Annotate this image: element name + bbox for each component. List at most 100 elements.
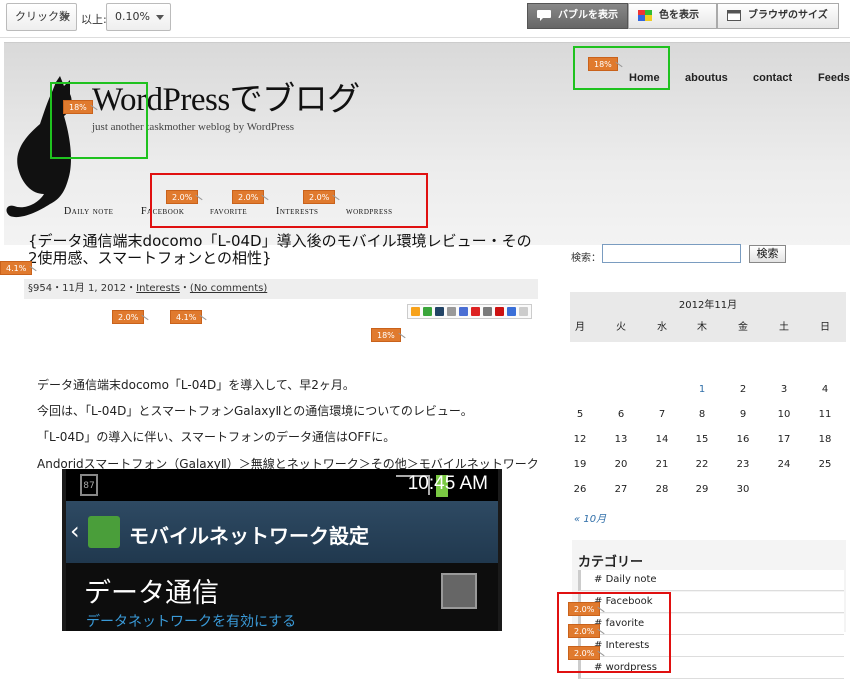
calendar-day: 6 xyxy=(617,409,625,420)
search-input[interactable] xyxy=(602,244,741,263)
calendar-day: 30 xyxy=(736,484,750,495)
post-meta-comments-link[interactable]: (No comments) xyxy=(190,283,267,294)
calendar-day: 8 xyxy=(698,409,706,420)
calendar-day: 2 xyxy=(739,384,747,395)
threshold-select-value: 0.10% xyxy=(115,10,150,23)
catnav-favorite[interactable]: favorite xyxy=(210,206,247,217)
category-label: Interests xyxy=(605,640,650,651)
click-bubble[interactable]: 4.1% xyxy=(0,261,33,275)
show-bubbles-button[interactable]: バブルを表示 xyxy=(527,3,628,29)
calendar-day: 24 xyxy=(777,459,791,470)
calendar-weekday: 火 xyxy=(616,322,626,333)
share-icon[interactable] xyxy=(423,307,432,316)
browser-size-button[interactable]: ブラウザのサイズ xyxy=(717,3,839,29)
calendar-day: 22 xyxy=(695,459,709,470)
chevron-down-icon xyxy=(156,15,164,20)
calendar-weekday: 水 xyxy=(657,322,667,333)
calendar-weekday: 金 xyxy=(738,322,748,333)
catnav-wordpress[interactable]: wordpress xyxy=(346,206,393,217)
calendar-day: 27 xyxy=(614,484,628,495)
post-paragraph: データ通信端末docomo「L-04D」を導入して、早2ヶ月。 xyxy=(37,378,355,392)
share-icon[interactable] xyxy=(447,307,456,316)
click-bubble[interactable]: 2.0% xyxy=(568,646,601,660)
click-bubble[interactable]: 4.1% xyxy=(170,310,203,324)
phone-bar-title: モバイルネットワーク設定 xyxy=(129,524,369,548)
catnav-interests[interactable]: Interests xyxy=(276,206,318,217)
category-label: favorite xyxy=(605,618,645,629)
post-meta: §954・11月 1, 2012・Interests・(No comments) xyxy=(24,279,538,299)
checkbox-icon xyxy=(441,573,477,609)
site-tagline: just another taskmother weblog by WordPr… xyxy=(92,121,295,133)
click-bubble[interactable]: 18% xyxy=(588,57,618,71)
post-meta-category-link[interactable]: Interests xyxy=(136,283,180,294)
calendar-day: 28 xyxy=(655,484,669,495)
calendar-day: 15 xyxy=(695,434,709,445)
share-icon[interactable] xyxy=(435,307,444,316)
category-label: wordpress xyxy=(605,662,657,673)
post-paragraph: 「L-04D」の導入に伴い、スマートフォンのデータ通信はOFFに。 xyxy=(37,430,396,444)
sidebar-category-wordpress[interactable]: # wordpress xyxy=(578,658,844,679)
calendar-day: 25 xyxy=(818,459,832,470)
calendar-day: 29 xyxy=(695,484,709,495)
nav-aboutus-link[interactable]: aboutus xyxy=(685,72,728,84)
share-icon[interactable] xyxy=(507,307,516,316)
click-bubble[interactable]: 2.0% xyxy=(112,310,145,324)
click-bubble[interactable]: 2.0% xyxy=(232,190,265,204)
catnav-daily-note[interactable]: Daily note xyxy=(64,206,113,217)
calendar-weekday: 月 xyxy=(575,322,585,333)
calendar-day: 12 xyxy=(573,434,587,445)
calendar-day: 3 xyxy=(780,384,788,395)
sidebar-category-daily-note[interactable]: # Daily note xyxy=(578,570,844,591)
phone-setting-item: データ通信 データネットワークを有効にする xyxy=(66,563,498,631)
calendar-day: 14 xyxy=(655,434,669,445)
share-icon[interactable] xyxy=(471,307,480,316)
show-bubbles-label: バブルを表示 xyxy=(558,10,618,21)
click-bubble[interactable]: 18% xyxy=(63,100,93,114)
click-bubble[interactable]: 18% xyxy=(371,328,401,342)
share-icon[interactable] xyxy=(459,307,468,316)
post-meta-separator: ・ xyxy=(179,283,190,294)
post-title[interactable]: {データ通信端末docomo「L-04D」導入後のモバイル環境レビュー・その2使… xyxy=(28,233,538,267)
calendar-weekday: 日 xyxy=(820,322,830,333)
calendar-day: 23 xyxy=(736,459,750,470)
site-title[interactable]: WordPressでブログ xyxy=(92,72,360,120)
threshold-select[interactable]: 0.10% xyxy=(106,3,171,31)
share-icon[interactable] xyxy=(495,307,504,316)
click-bubble[interactable]: 2.0% xyxy=(303,190,336,204)
cat-logo-icon[interactable] xyxy=(4,76,78,222)
click-bubble[interactable]: 2.0% xyxy=(568,602,601,616)
share-icon[interactable] xyxy=(411,307,420,316)
phone-time: 10:45 AM xyxy=(407,473,488,494)
click-bubble[interactable]: 2.0% xyxy=(166,190,199,204)
nav-contact-link[interactable]: contact xyxy=(753,72,792,84)
calendar-day: 7 xyxy=(658,409,666,420)
nav-home-link[interactable]: Home xyxy=(629,72,660,84)
nav-feeds-link[interactable]: Feeds xyxy=(818,72,850,84)
calendar-day: 19 xyxy=(573,459,587,470)
calendar-day: 20 xyxy=(614,459,628,470)
phone-battery-count: 87 xyxy=(80,474,98,496)
metric-select[interactable]: クリック数 xyxy=(6,3,77,31)
sidebar-category-favorite[interactable]: # favorite xyxy=(578,614,844,635)
search-button[interactable]: 検索 xyxy=(749,245,786,263)
calendar-day: 4 xyxy=(821,384,829,395)
calendar-day: 17 xyxy=(777,434,791,445)
search-label: 検索： xyxy=(571,253,601,264)
click-bubble[interactable]: 2.0% xyxy=(568,624,601,638)
post-meta-date: §954・11月 1, 2012・ xyxy=(28,283,137,294)
speech-bubble-icon xyxy=(537,10,551,21)
share-icon[interactable] xyxy=(519,307,528,316)
calendar-day: 21 xyxy=(655,459,669,470)
catnav-facebook[interactable]: Facebook xyxy=(141,206,184,217)
calendar-day[interactable]: 1 xyxy=(682,384,722,395)
calendar-day: 10 xyxy=(777,409,791,420)
share-icon[interactable] xyxy=(483,307,492,316)
sidebar-category-interests[interactable]: # Interests xyxy=(578,636,844,657)
calendar-prev-link[interactable]: « 10月 xyxy=(574,510,606,525)
show-colors-button[interactable]: 色を表示 xyxy=(628,3,717,29)
calendar-caption: 2012年11月 xyxy=(678,300,738,311)
back-arrow-icon: ‹ xyxy=(70,517,80,545)
phone-item-subtitle: データネットワークを有効にする xyxy=(86,614,297,630)
sidebar-category-facebook[interactable]: # Facebook xyxy=(578,592,844,613)
calendar-day: 13 xyxy=(614,434,628,445)
